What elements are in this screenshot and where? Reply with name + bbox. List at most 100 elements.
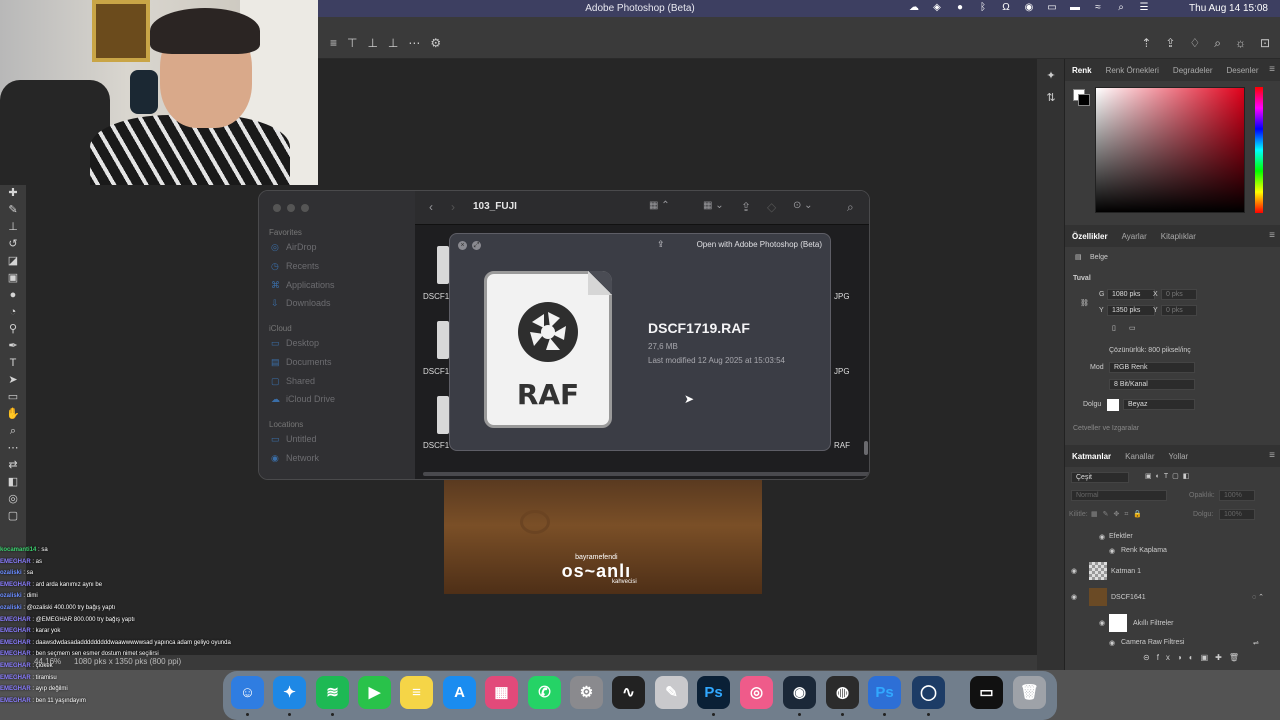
record-icon[interactable]: ◉ <box>1023 2 1035 14</box>
hue-slider[interactable] <box>1255 87 1263 213</box>
upload-icon[interactable]: ⇡ <box>1141 36 1151 51</box>
canvas-image[interactable]: bayramefendi os~anlı kahvecisi <box>444 480 762 594</box>
notes-icon[interactable]: ≡ <box>400 676 433 709</box>
fullscreen-icon[interactable]: ⤢ <box>472 241 481 250</box>
circle-app-icon[interactable]: ◯ <box>912 676 945 709</box>
share-icon[interactable]: ⇪ <box>1165 36 1175 51</box>
panel-menu-icon[interactable]: ≡ <box>1269 230 1275 241</box>
appstore-icon[interactable]: A <box>443 676 476 709</box>
align-icon[interactable]: ≡ <box>330 36 337 50</box>
creative-cloud-icon[interactable]: ☁ <box>908 2 920 14</box>
eye-icon[interactable]: ◉ <box>1099 533 1105 541</box>
quicklook-panel[interactable]: × ⤢ ⇪ Open with Adobe Photoshop (Beta) R… <box>449 233 831 451</box>
headphones-icon[interactable]: Ω <box>1000 2 1012 14</box>
whatsapp-icon[interactable]: ✆ <box>528 676 561 709</box>
screen-recorder-icon[interactable]: ▭ <box>970 676 1003 709</box>
safari-icon[interactable]: ✦ <box>273 676 306 709</box>
smart-object-icon[interactable]: ◌ ⌃ <box>1252 593 1264 601</box>
fill-select[interactable]: Beyaz <box>1123 399 1195 410</box>
layer-row[interactable]: ◉ Akıllı Filtreler <box>1065 611 1280 637</box>
align-top-icon[interactable]: ⊤ <box>347 36 357 50</box>
eye-icon[interactable]: ◉ <box>1109 639 1115 647</box>
sidebar-item-untitled[interactable]: ▭ Untitled <box>271 434 317 445</box>
smudge-icon[interactable]: ⚲ <box>0 321 26 338</box>
battery-icon[interactable]: ▬ <box>1069 2 1081 14</box>
settings-icon[interactable]: ⚙ <box>570 676 603 709</box>
tab-degradeler[interactable]: Degradeler <box>1166 59 1220 81</box>
tab-katmanlar[interactable]: Katmanlar <box>1065 445 1118 467</box>
steam-icon[interactable]: ◉ <box>783 676 816 709</box>
tag-icon[interactable]: ◇ <box>767 200 776 214</box>
fill-swatch[interactable] <box>1107 399 1119 411</box>
section-rulers[interactable]: Cetveller ve Izgaralar <box>1073 425 1139 432</box>
align-middle-icon[interactable]: ⊥ <box>367 36 377 50</box>
section-tuval[interactable]: Tuval <box>1073 275 1091 282</box>
fill-field[interactable]: 100% <box>1219 509 1255 520</box>
eraser-icon[interactable]: ◪ <box>0 253 26 270</box>
link-icon[interactable]: ⛓ <box>1080 299 1089 307</box>
height-field[interactable]: 1350 pks <box>1107 305 1155 316</box>
screen-mode-icon[interactable]: ▢ <box>0 508 26 525</box>
pencil-app-icon[interactable]: ✎ <box>655 676 688 709</box>
more-actions-icon[interactable]: ⊙ ⌄ <box>793 200 813 211</box>
history-brush-icon[interactable]: ↺ <box>0 236 26 253</box>
more-icon[interactable]: ⋯ <box>408 36 420 50</box>
tab-renk[interactable]: Renk <box>1065 59 1099 81</box>
rectangle-icon[interactable]: ▭ <box>0 389 26 406</box>
eye-icon[interactable]: ◉ <box>1071 567 1077 575</box>
heart-icon[interactable]: ♢ <box>1189 36 1200 51</box>
path-select-icon[interactable]: ➤ <box>0 372 26 389</box>
photoshop-beta-icon[interactable]: Ps <box>868 676 901 709</box>
vertical-scrollbar[interactable] <box>864 441 868 455</box>
width-field[interactable]: 1080 pks <box>1107 289 1155 300</box>
adjust-icon[interactable]: ⇅ <box>1037 87 1065 109</box>
compass-icon[interactable]: ◈ <box>931 2 943 14</box>
file-label[interactable]: DSCF1 <box>423 367 449 376</box>
back-icon[interactable]: ‹ <box>429 200 433 214</box>
brush-icon[interactable]: ✎ <box>0 202 26 219</box>
circle-icon[interactable]: ● <box>954 2 966 14</box>
blend-mode-select[interactable]: Normal <box>1071 490 1167 501</box>
file-label[interactable]: DSCF1 <box>423 441 449 450</box>
depth-select[interactable]: 8 Bit/Kanal <box>1109 379 1195 390</box>
layer-filter-select[interactable]: Çeşit <box>1071 472 1129 483</box>
workspace-icon[interactable]: ⊡ <box>1260 36 1270 51</box>
layer-row[interactable]: ◉ DSCF1641 ◌ ⌃ <box>1065 585 1280 611</box>
forward-icon[interactable]: › <box>451 200 455 214</box>
bluetooth-icon[interactable]: ᛒ <box>977 2 989 14</box>
panel-menu-icon[interactable]: ≡ <box>1269 450 1275 461</box>
file-label[interactable]: DSCF1 <box>423 292 449 301</box>
quick-mask-icon[interactable]: ◎ <box>0 491 26 508</box>
tab-yollar[interactable]: Yollar <box>1161 445 1195 467</box>
zoom-icon[interactable]: ⌕ <box>0 423 26 440</box>
file-label[interactable]: JPG <box>834 367 850 376</box>
layer-row[interactable]: ◉ Renk Kaplama <box>1065 545 1280 559</box>
sidebar-item-desktop[interactable]: ▭ Desktop <box>271 338 319 349</box>
display-icon[interactable]: ▭ <box>1046 2 1058 14</box>
opacity-field[interactable]: 100% <box>1219 490 1255 501</box>
window-controls[interactable] <box>273 204 309 212</box>
tab-kitapliklar[interactable]: Kitaplıklar <box>1154 225 1203 247</box>
eye-icon[interactable]: ◉ <box>1109 547 1115 555</box>
photoshop-icon[interactable]: Ps <box>697 676 730 709</box>
filter-options-icon[interactable]: ⇌ <box>1253 639 1259 647</box>
align-bottom-icon[interactable]: ⊥ <box>388 36 398 50</box>
dodge-icon[interactable]: ◔ <box>0 304 26 321</box>
sidebar-item-icloud-drive[interactable]: ☁ iCloud Drive <box>271 394 335 405</box>
tab-kanallar[interactable]: Kanallar <box>1118 445 1161 467</box>
brightness-icon[interactable]: ☼ <box>1235 36 1246 51</box>
sidebar-item-recents[interactable]: ◷ Recents <box>271 261 319 272</box>
search-icon[interactable]: ⌕ <box>1115 2 1127 14</box>
control-center-icon[interactable]: ☰ <box>1138 2 1150 14</box>
tab-desenler[interactable]: Desenler <box>1220 59 1266 81</box>
layer-row[interactable]: ◉ Camera Raw Filtresi ⇌ <box>1065 637 1280 651</box>
gradient-icon[interactable]: ▣ <box>0 270 26 287</box>
sidebar-item-network[interactable]: ◉ Network <box>271 453 319 464</box>
sparkle-icon[interactable]: ✦ <box>1037 65 1065 87</box>
wifi-icon[interactable]: ≈ <box>1092 2 1104 14</box>
file-thumbnail[interactable] <box>437 396 449 434</box>
sidebar-item-documents[interactable]: ▤ Documents <box>271 357 332 368</box>
portrait-icon[interactable]: ▯ <box>1112 324 1116 332</box>
file-thumbnail[interactable] <box>437 321 449 359</box>
stamp-icon[interactable]: ⊥ <box>0 219 26 236</box>
